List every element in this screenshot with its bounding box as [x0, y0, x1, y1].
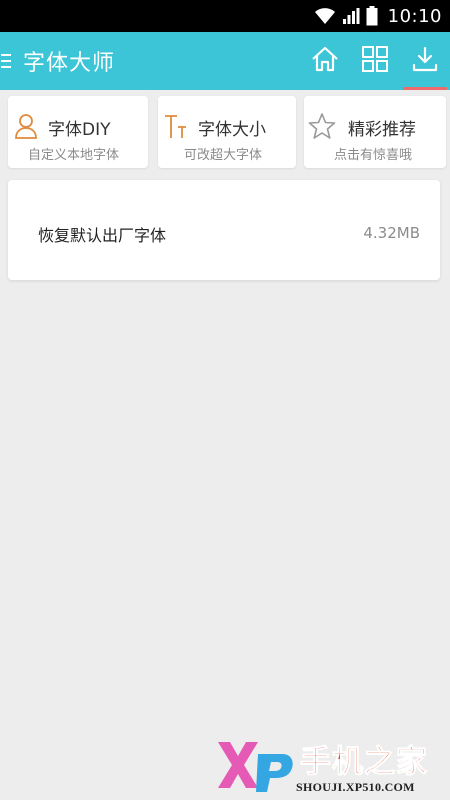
feature-row: 字体DIY 自定义本地字体 字体大小 可改超大字体 精彩推荐 点击有惊喜哦: [0, 96, 450, 168]
watermark-logo: 手机之家 SHOUJI.XP510.COM: [216, 734, 446, 796]
app-bar: 字体大师: [0, 32, 450, 90]
grid-icon: [361, 45, 389, 77]
font-name: 恢复默认出厂字体: [38, 226, 167, 245]
download-icon: [411, 45, 439, 77]
download-button[interactable]: [400, 32, 450, 90]
home-icon: [310, 44, 340, 78]
star-icon: [308, 112, 336, 140]
grid-button[interactable]: [350, 32, 400, 90]
font-size: 4.32MB: [363, 224, 420, 242]
user-icon: [12, 112, 40, 140]
font-list-item[interactable]: 恢复默认出厂字体 4.32MB: [8, 180, 440, 280]
status-bar: 10:10: [0, 0, 450, 32]
watermark-text: 手机之家: [300, 744, 428, 781]
text-size-icon: [162, 112, 190, 140]
active-tab-indicator: [403, 87, 447, 90]
feature-title: 字体大小: [198, 120, 266, 140]
feature-subtitle: 点击有惊喜哦: [334, 148, 413, 163]
app-title: 字体大师: [23, 51, 116, 76]
wifi-icon: [314, 7, 336, 25]
feature-card-font-diy[interactable]: 字体DIY 自定义本地字体: [8, 96, 148, 168]
xp-logo-icon: [218, 742, 293, 792]
battery-icon: [366, 6, 378, 26]
feature-subtitle: 自定义本地字体: [28, 148, 120, 163]
feature-title: 精彩推荐: [348, 120, 416, 140]
feature-title: 字体DIY: [48, 120, 111, 140]
signal-icon: [342, 7, 360, 25]
home-button[interactable]: [300, 32, 350, 90]
feature-card-font-size[interactable]: 字体大小 可改超大字体: [158, 96, 296, 168]
feature-card-recommend[interactable]: 精彩推荐 点击有惊喜哦: [304, 96, 446, 168]
watermark-url: SHOUJI.XP510.COM: [296, 780, 415, 794]
menu-icon[interactable]: [1, 54, 15, 68]
app-bar-actions: [300, 32, 450, 90]
status-time: 10:10: [387, 5, 442, 27]
feature-subtitle: 可改超大字体: [184, 148, 263, 163]
